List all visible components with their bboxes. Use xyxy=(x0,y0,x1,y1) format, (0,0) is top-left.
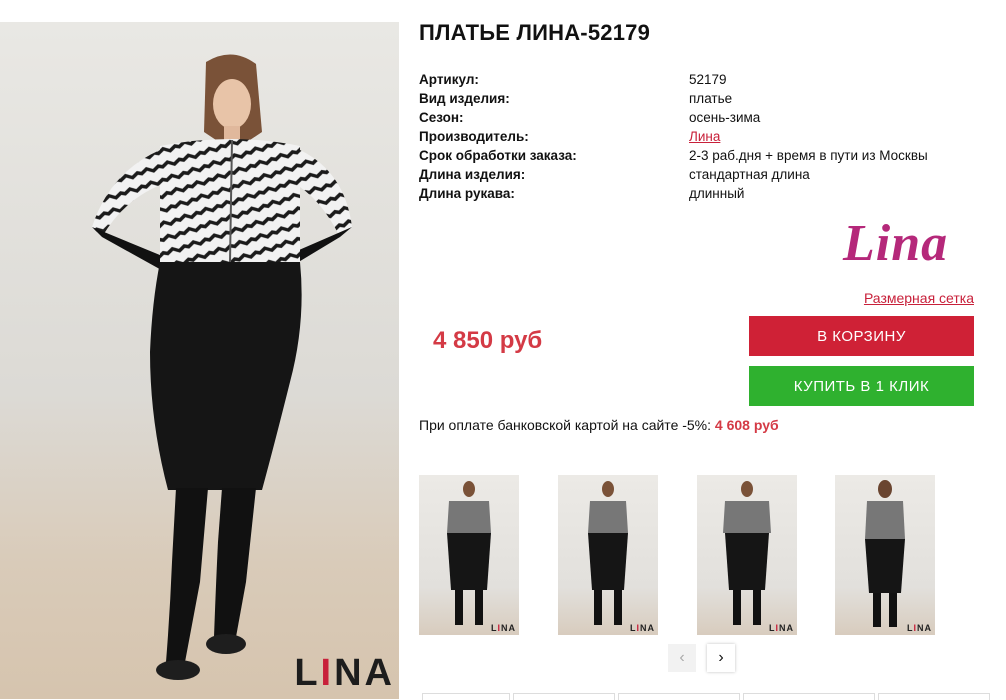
spec-value: 52179 xyxy=(689,72,727,87)
spec-row-manufacturer: Производитель: Лина xyxy=(419,127,999,146)
spec-label: Сезон: xyxy=(419,110,464,125)
spec-row-sleeve: Длина рукава: длинный xyxy=(419,184,999,203)
thumbnail-model xyxy=(723,481,771,625)
manufacturer-link[interactable]: Лина xyxy=(689,129,720,144)
photo-brand-watermark: LINA xyxy=(294,652,395,694)
thumbnail-4[interactable]: LINA xyxy=(835,475,935,635)
product-specs: Артикул: 52179 Вид изделия: платье Сезон… xyxy=(419,70,999,203)
spec-row-season: Сезон: осень-зима xyxy=(419,108,999,127)
thumbnail-model xyxy=(588,481,628,625)
chevron-left-icon: ‹ xyxy=(679,649,685,666)
thumbnail-model xyxy=(447,481,491,625)
spec-label: Длина рукава: xyxy=(419,186,515,201)
bottom-tabs xyxy=(420,693,1000,700)
spec-value: стандартная длина xyxy=(689,167,810,182)
gallery-prev-button[interactable]: ‹ xyxy=(668,644,696,672)
thumbnail-brand: LINA xyxy=(490,623,516,633)
spec-row-type: Вид изделия: платье xyxy=(419,89,999,108)
spec-label: Вид изделия: xyxy=(419,91,510,106)
main-product-photo[interactable]: LINA xyxy=(0,22,399,699)
spec-label: Срок обработки заказа: xyxy=(419,148,577,163)
spec-value: длинный xyxy=(689,186,745,201)
thumbnail-1[interactable]: LINA xyxy=(419,475,519,635)
spec-label: Артикул: xyxy=(419,72,479,87)
thumbnail-brand: LINA xyxy=(768,623,794,633)
spec-value: платье xyxy=(689,91,733,106)
chevron-right-icon: › xyxy=(718,649,724,666)
card-discount-text: При оплате банковской картой на сайте -5… xyxy=(419,417,715,433)
spec-value: Лина xyxy=(689,127,720,146)
thumbnail-3[interactable]: LINA xyxy=(697,475,797,635)
product-price: 4 850 руб xyxy=(433,327,543,354)
model-figure xyxy=(92,54,352,680)
add-to-cart-button[interactable]: В КОРЗИНУ xyxy=(749,316,974,356)
size-chart-link[interactable]: Размерная сетка xyxy=(864,290,974,306)
thumbnail-brand: LINA xyxy=(629,623,655,633)
spec-row-length: Длина изделия: стандартная длина xyxy=(419,165,999,184)
manufacturer-logo: Lina xyxy=(843,215,949,272)
spec-label: Производитель: xyxy=(419,129,529,144)
spec-value: осень-зима xyxy=(689,110,761,125)
gallery-next-button[interactable]: › xyxy=(707,644,735,672)
product-title: ПЛАТЬЕ ЛИНА-52179 xyxy=(419,20,651,45)
spec-row-processing-time: Срок обработки заказа: 2-3 раб.дня + вре… xyxy=(419,146,999,165)
thumbnail-model xyxy=(865,480,905,627)
thumbnail-brand: LINA xyxy=(906,623,932,633)
thumbnail-2[interactable]: LINA xyxy=(558,475,658,635)
spec-value: 2-3 раб.дня + время в пути из Москвы xyxy=(689,148,928,163)
spec-row-article: Артикул: 52179 xyxy=(419,70,999,89)
card-discount-note: При оплате банковской картой на сайте -5… xyxy=(419,417,779,433)
card-discount-price: 4 608 руб xyxy=(714,417,779,433)
spec-label: Длина изделия: xyxy=(419,167,526,182)
buy-one-click-button[interactable]: КУПИТЬ В 1 КЛИК xyxy=(749,366,974,406)
